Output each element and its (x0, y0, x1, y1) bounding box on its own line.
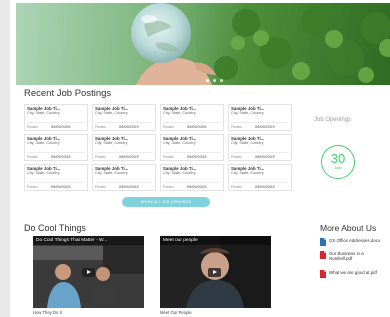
job-card[interactable]: Sample Job Ti... City, State, Country Post… (24, 164, 88, 191)
video-caption: How They Do It (33, 310, 62, 315)
posted-date: 09/09/20XX (187, 154, 207, 159)
posted-label: Posted (95, 185, 106, 189)
job-location: City, State, Country (27, 171, 60, 175)
do-cool-things-title: Do Cool Things (24, 223, 86, 233)
card-divider (163, 122, 221, 123)
job-location: City, State, Country (95, 111, 128, 115)
more-about-us-title: More About Us (320, 223, 377, 233)
job-location: City, State, Country (95, 141, 128, 145)
card-divider (27, 152, 85, 153)
posted-label: Posted (27, 155, 38, 159)
job-openings-label: Job Openings (314, 117, 352, 123)
play-icon[interactable] (208, 268, 221, 277)
posted-date: 09/09/20XX (51, 154, 71, 159)
hero-banner[interactable] (16, 3, 390, 85)
posted-label: Posted (95, 155, 106, 159)
job-card[interactable]: Sample Job Ti... City, State, Country Post… (228, 164, 292, 191)
carousel-dot[interactable] (213, 79, 216, 82)
job-card[interactable]: Sample Job Ti... City, State, Country Post… (160, 134, 224, 161)
card-divider (231, 122, 289, 123)
carousel-dots (206, 79, 223, 82)
posted-label: Posted (163, 125, 174, 129)
job-postings-grid: Sample Job Ti... City, State, Country Post… (24, 104, 292, 191)
card-divider (95, 122, 153, 123)
posted-label: Posted (231, 185, 242, 189)
job-location: City, State, Country (163, 141, 196, 145)
job-card[interactable]: Sample Job Ti... City, State, Country Post… (160, 164, 224, 191)
card-divider (27, 182, 85, 183)
job-card[interactable]: Sample Job Ti... City, State, Country Post… (92, 134, 156, 161)
posted-date: 09/09/20XX (51, 184, 71, 189)
doc-link-label: GS Office Addresses.docx (329, 238, 381, 243)
posted-date: 09/09/20XX (119, 154, 139, 159)
posted-label: Posted (163, 155, 174, 159)
job-card[interactable]: Sample Job Ti... City, State, Country Post… (24, 134, 88, 161)
job-location: City, State, Country (27, 141, 60, 145)
word-doc-icon (320, 238, 326, 246)
card-divider (231, 182, 289, 183)
pdf-icon (320, 251, 326, 259)
job-location: City, State, Country (231, 111, 264, 115)
job-openings-count: 30 (330, 151, 346, 166)
job-location: City, State, Country (231, 141, 264, 145)
job-location: City, State, Country (231, 171, 264, 175)
job-card[interactable]: Sample Job Ti... City, State, Country Post… (24, 104, 88, 131)
job-card[interactable]: Sample Job Ti... City, State, Country Post… (160, 104, 224, 131)
posted-date: 09/09/20XX (51, 124, 71, 129)
posted-date: 09/09/20XX (255, 184, 275, 189)
job-card[interactable]: Sample Job Ti... City, State, Country Post… (92, 164, 156, 191)
posted-label: Posted (95, 125, 106, 129)
video-meet-our-people[interactable]: Meet our people (160, 236, 271, 308)
posted-label: Posted (231, 155, 242, 159)
pdf-icon (320, 270, 326, 278)
card-divider (27, 122, 85, 123)
posted-date: 09/09/20XX (187, 124, 207, 129)
posted-date: 09/09/20XX (255, 124, 275, 129)
card-divider (163, 182, 221, 183)
video-title: Do Cool Things That Matter - W... (36, 238, 108, 243)
carousel-dot[interactable] (220, 79, 223, 82)
job-openings-counter[interactable]: 30 Jobs (321, 145, 355, 179)
posted-label: Posted (27, 185, 38, 189)
job-location: City, State, Country (163, 111, 196, 115)
job-location: City, State, Country (163, 171, 196, 175)
posted-label: Posted (231, 125, 242, 129)
posted-date: 09/09/20XX (187, 184, 207, 189)
video-caption: Meet Our People (160, 310, 192, 315)
carousel-dot[interactable] (206, 79, 209, 82)
job-card[interactable]: Sample Job Ti... City, State, Country Post… (92, 104, 156, 131)
video-title: Meet our people (163, 238, 198, 243)
card-divider (95, 152, 153, 153)
job-location: City, State, Country (95, 171, 128, 175)
doc-link-label: What we are good at.pdf (329, 270, 377, 275)
page: Recent Job Postings Sample Job Ti... City… (10, 0, 390, 317)
posted-date: 09/09/20XX (255, 154, 275, 159)
posted-label: Posted (163, 185, 174, 189)
posted-date: 09/09/20XX (119, 124, 139, 129)
posted-date: 09/09/20XX (119, 184, 139, 189)
card-divider (95, 182, 153, 183)
job-location: City, State, Country (27, 111, 60, 115)
hero-image (16, 3, 390, 85)
doc-link-office-addresses[interactable]: GS Office Addresses.docx (320, 238, 387, 246)
job-card[interactable]: Sample Job Ti... City, State, Country Post… (228, 134, 292, 161)
doc-link-business-nutshell[interactable]: Our Business in a Nutshell.pdf (320, 251, 387, 261)
recent-postings-title: Recent Job Postings (24, 88, 112, 99)
posted-label: Posted (27, 125, 38, 129)
card-divider (163, 152, 221, 153)
play-icon[interactable] (82, 268, 95, 277)
show-all-jobs-button[interactable]: SHOW ALL JOB OPENINGS (122, 197, 210, 207)
card-divider (231, 152, 289, 153)
job-openings-unit: Jobs (334, 166, 342, 170)
video-how-they-do-it[interactable]: Do Cool Things That Matter - W... (33, 236, 144, 308)
job-card[interactable]: Sample Job Ti... City, State, Country Post… (228, 104, 292, 131)
doc-link-label: Our Business in a Nutshell.pdf (329, 251, 364, 261)
doc-link-good-at[interactable]: What we are good at.pdf (320, 270, 387, 278)
